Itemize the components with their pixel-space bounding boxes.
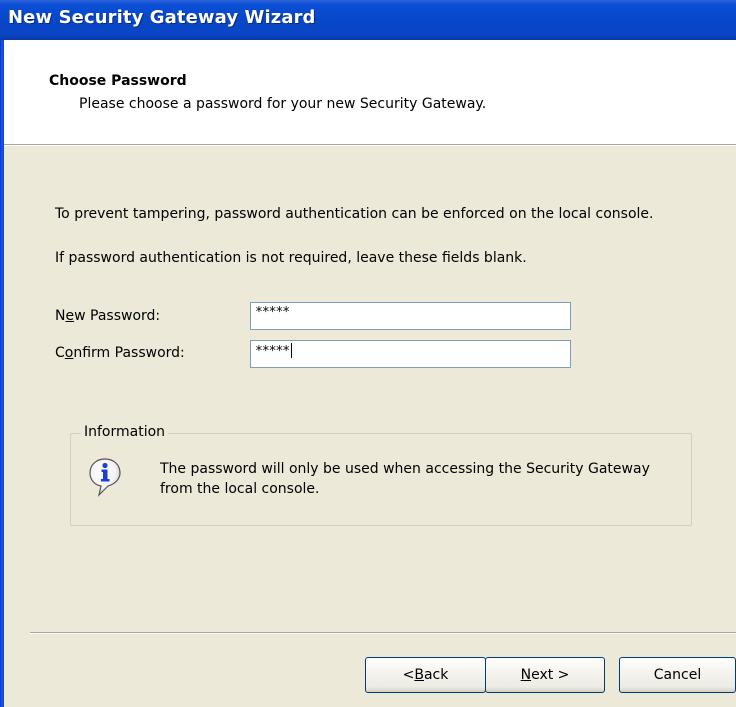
cancel-button[interactable]: Cancel [619,657,736,693]
page-title: Choose Password [49,73,187,89]
information-groupbox: Information [70,424,692,526]
blank-hint-paragraph: If password authentication is not requir… [55,250,527,266]
text-cursor [291,343,293,358]
new-password-label: New Password: [55,308,161,324]
wizard-window: New Security Gateway Wizard Choose Passw… [0,0,736,707]
button-separator [30,632,736,634]
next-button[interactable]: Next > [485,657,605,693]
header-divider [4,145,736,146]
info-message-line2: from the local console. [160,481,320,497]
page-subtitle: Please choose a password for your new Se… [79,96,487,112]
accelerator-key: e [65,308,75,324]
wizard-header: Choose Password Please choose a password… [4,40,736,145]
info-message-line1: The password will only be used when acce… [160,461,650,477]
info-icon [89,458,121,497]
title-bar[interactable]: New Security Gateway Wizard [0,0,736,40]
intro-paragraph: To prevent tampering, password authentic… [55,206,654,222]
new-password-input[interactable]: ***** [250,302,571,330]
confirm-password-input[interactable]: ***** [250,340,571,368]
back-button[interactable]: < Back [365,657,486,693]
confirm-password-label: Confirm Password: [55,345,185,361]
information-legend: Information [81,424,169,440]
window-title: New Security Gateway Wizard [8,7,316,28]
